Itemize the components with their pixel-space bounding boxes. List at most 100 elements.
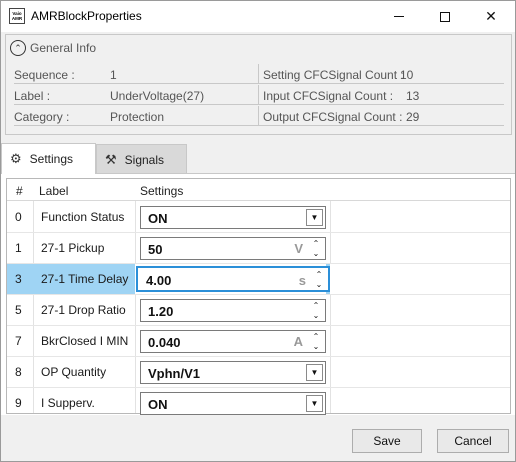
app-icon-text: Vaio AMR [11, 11, 23, 21]
spin-buttons: ⌃ ⌄ [310, 239, 322, 258]
row-number: 3 [7, 264, 33, 294]
general-info-header[interactable]: ⌃ General Info [10, 39, 96, 57]
row-label: OP Quantity [41, 365, 107, 379]
chevron-down-icon[interactable]: ▼ [306, 209, 323, 226]
info-value: 29 [406, 110, 420, 124]
window-title: AMRBlockProperties [31, 9, 142, 23]
row-number: 0 [15, 210, 22, 224]
info-row-sequence: Sequence : 1 Setting CFCSignal Count : 1… [14, 64, 504, 84]
cancel-button[interactable]: Cancel [437, 429, 509, 453]
app-icon: Vaio AMR [9, 8, 25, 24]
spin-value: 0.040 [148, 335, 181, 350]
info-value: 10 [400, 68, 414, 82]
spin-value: 1.20 [148, 304, 174, 319]
settings-content: # Label Settings 0 Function Status ON ▼ … [1, 173, 515, 415]
general-info-panel: ⌃ General Info Sequence : 1 Setting CFCS… [5, 34, 512, 135]
close-icon: ✕ [485, 8, 497, 24]
tab-settings[interactable]: ⚙ Settings [1, 143, 96, 174]
function-status-combo[interactable]: ON ▼ [140, 206, 326, 229]
settings-grid: # Label Settings 0 Function Status ON ▼ … [6, 178, 511, 415]
table-row[interactable]: 5 27-1 Drop Ratio 1.20 ⌃ ⌄ [7, 295, 510, 326]
gear-icon: ⚙ [10, 151, 22, 166]
table-row-selected[interactable]: 3 27-1 Time Delay 4.00 s ⌃ ⌄ [7, 264, 510, 295]
combo-value: ON [148, 397, 168, 412]
spin-value: 50 [148, 242, 163, 257]
table-row[interactable]: 9 I Supperv. ON ▼ [7, 388, 510, 419]
tools-icon: ⚒ [105, 151, 117, 167]
info-value: Protection [110, 110, 165, 124]
table-row[interactable]: 8 OP Quantity Vphn/V1 ▼ [7, 357, 510, 388]
spin-buttons: ⌃ ⌄ [313, 270, 325, 289]
info-key: Label : [14, 89, 51, 103]
unit-label: A [293, 334, 303, 349]
info-divider [258, 106, 259, 126]
drop-ratio-spinbox[interactable]: 1.20 ⌃ ⌄ [140, 299, 326, 322]
row-number: 7 [15, 334, 22, 348]
maximize-button[interactable] [422, 1, 468, 32]
row-label: 27-1 Time Delay [33, 264, 135, 294]
info-key: Setting CFCSignal Count : [263, 68, 404, 82]
pickup-spinbox[interactable]: 50 V ⌃ ⌄ [140, 237, 326, 260]
spin-down-icon[interactable]: ⌄ [310, 249, 322, 258]
general-info-title: General Info [30, 41, 97, 55]
tab-signals-label: Signals [124, 152, 165, 167]
spin-up-icon[interactable]: ⌃ [310, 301, 322, 310]
collapse-icon[interactable]: ⌃ [10, 40, 26, 56]
tab-signals[interactable]: ⚒ Signals [96, 144, 187, 174]
save-button[interactable]: Save [352, 429, 422, 453]
op-quantity-combo[interactable]: Vphn/V1 ▼ [140, 361, 326, 384]
spin-down-icon[interactable]: ⌄ [310, 342, 322, 351]
row-label: Function Status [41, 210, 125, 224]
info-row-category: Category : Protection Output CFCSignal C… [14, 106, 504, 126]
spin-buttons: ⌃ ⌄ [310, 301, 322, 320]
info-value: UnderVoltage(27) [110, 89, 205, 103]
row-label: 27-1 Drop Ratio [41, 303, 126, 317]
spin-down-icon[interactable]: ⌄ [310, 311, 322, 320]
spin-buttons: ⌃ ⌄ [310, 332, 322, 351]
column-header-label[interactable]: Label [39, 184, 68, 198]
spin-up-icon[interactable]: ⌃ [310, 332, 322, 341]
row-label: 27-1 Pickup [41, 241, 105, 255]
row-label: I Supperv. [41, 396, 95, 410]
minimize-button[interactable] [376, 1, 422, 32]
spin-down-icon[interactable]: ⌄ [313, 280, 325, 289]
unit-label: V [294, 241, 303, 256]
row-number: 5 [15, 303, 22, 317]
time-delay-spinbox[interactable]: 4.00 s ⌃ ⌄ [136, 266, 330, 292]
dialog-window: Vaio AMR AMRBlockProperties ✕ ⌃ General … [0, 0, 516, 462]
combo-value: Vphn/V1 [148, 366, 201, 381]
table-row[interactable]: 0 Function Status ON ▼ [7, 202, 510, 233]
i-supperv-combo[interactable]: ON ▼ [140, 392, 326, 415]
row-number: 8 [15, 365, 22, 379]
bkrclosed-imin-spinbox[interactable]: 0.040 A ⌃ ⌄ [140, 330, 326, 353]
row-number: 1 [15, 241, 22, 255]
spin-up-icon[interactable]: ⌃ [313, 270, 325, 279]
title-bar[interactable]: Vaio AMR AMRBlockProperties ✕ [1, 1, 515, 32]
unit-label: s [298, 273, 306, 288]
spin-up-icon[interactable]: ⌃ [310, 239, 322, 248]
tab-strip: ⚙ Settings ⚒ Signals [1, 140, 515, 174]
info-key: Input CFCSignal Count : [263, 89, 394, 103]
collapse-glyph: ⌃ [14, 42, 22, 53]
chevron-down-icon[interactable]: ▼ [306, 395, 323, 412]
tab-settings-label: Settings [29, 152, 74, 166]
spin-value: 4.00 [146, 273, 172, 288]
info-value: 13 [406, 89, 420, 103]
info-key: Output CFCSignal Count : [263, 110, 403, 124]
maximize-icon [440, 11, 450, 22]
column-header-settings[interactable]: Settings [140, 184, 183, 198]
info-key: Category : [14, 110, 70, 124]
info-value: 1 [110, 68, 117, 82]
table-row[interactable]: 7 BkrClosed I MIN 0.040 A ⌃ ⌄ [7, 326, 510, 357]
column-header-num[interactable]: # [16, 184, 23, 198]
minimize-icon [394, 16, 404, 17]
combo-value: ON [148, 211, 168, 226]
grid-header: # Label Settings [7, 179, 510, 201]
row-number: 9 [15, 396, 22, 410]
chevron-down-icon[interactable]: ▼ [306, 364, 323, 381]
info-divider [258, 85, 259, 105]
close-button[interactable]: ✕ [468, 1, 514, 32]
table-row[interactable]: 1 27-1 Pickup 50 V ⌃ ⌄ [7, 233, 510, 264]
info-divider [258, 64, 259, 84]
info-key: Sequence : [14, 68, 75, 82]
